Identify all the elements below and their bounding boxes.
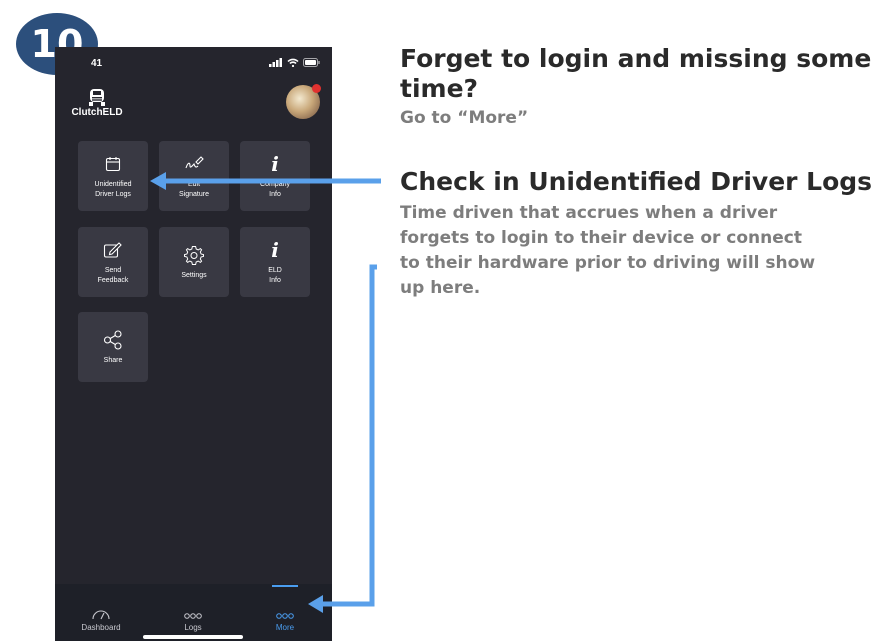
annotation-arrows: [150, 172, 381, 613]
arrow-to-more-tab: [308, 264, 377, 613]
arrow-to-unidentified-logs: [150, 172, 381, 190]
